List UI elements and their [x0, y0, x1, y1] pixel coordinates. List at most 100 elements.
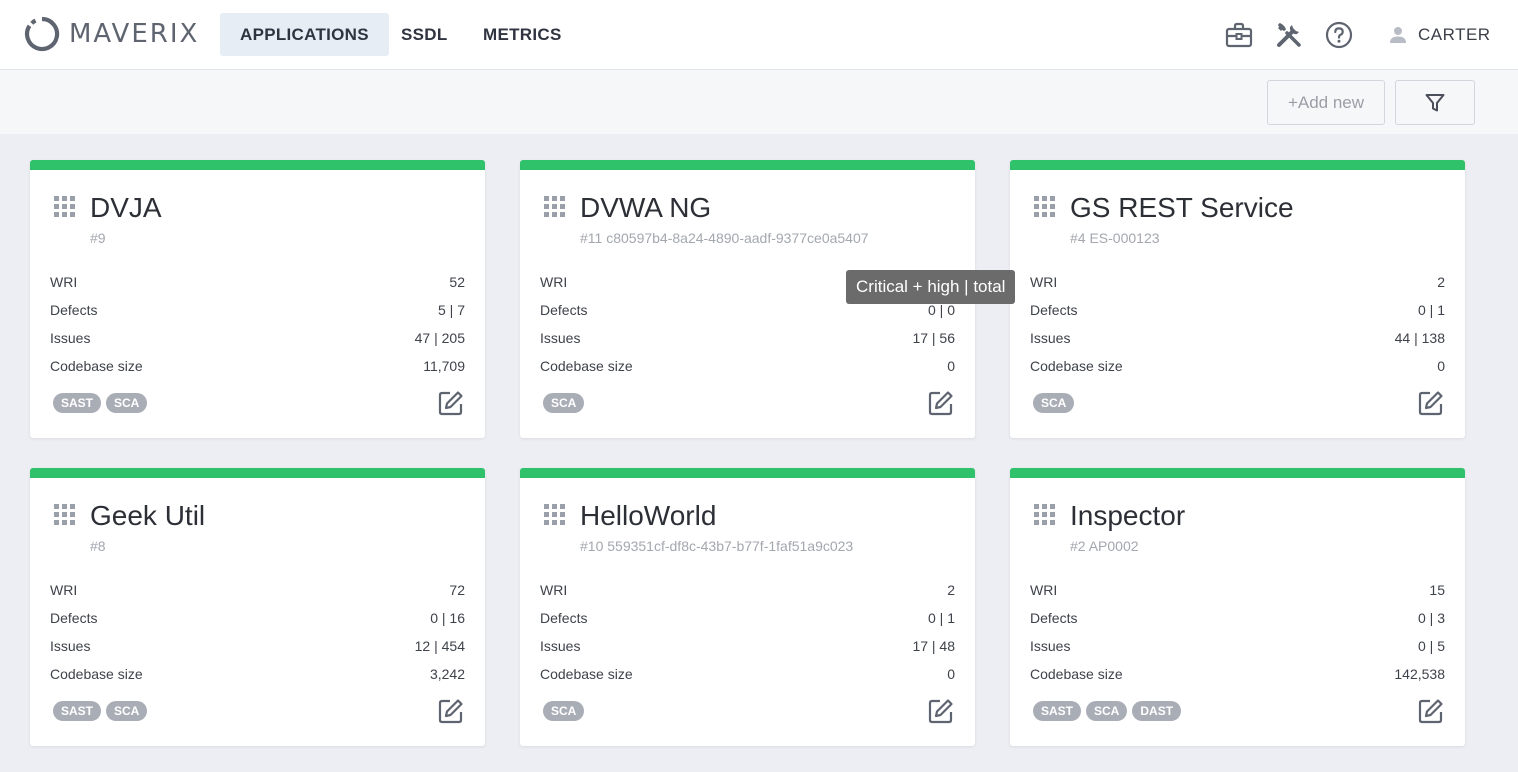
stat-row-defects: Defects 0 | 16: [50, 610, 465, 630]
stat-value: 17 | 56: [912, 330, 955, 346]
tag-list: SAST SCA DAST: [1033, 701, 1182, 721]
application-card[interactable]: GS REST Service #4 ES-000123 WRI 2 Defect…: [1010, 160, 1465, 438]
stat-value: 72: [449, 582, 465, 598]
stat-label: Issues: [1030, 638, 1071, 654]
tooltip: Critical + high | total: [846, 270, 1016, 304]
tag-list: SCA: [1033, 393, 1075, 413]
edit-icon[interactable]: [928, 390, 954, 416]
stat-label: Codebase size: [1030, 666, 1123, 682]
stat-label: Codebase size: [540, 358, 633, 374]
card-title[interactable]: DVWA NG: [580, 192, 711, 224]
application-card[interactable]: Geek Util #8 WRI 72 Defects 0 | 16 Issues…: [30, 468, 485, 746]
stat-row-issues: Issues 47 | 205: [50, 330, 465, 350]
card-subtitle: #4 ES-000123: [1070, 230, 1160, 246]
tools-icon[interactable]: [1274, 20, 1304, 50]
grid-icon: [544, 196, 565, 217]
stat-value: 12 | 454: [414, 638, 465, 654]
stat-row-codebase-size: Codebase size 0: [1030, 358, 1445, 378]
stat-value: 11,709: [423, 358, 465, 374]
edit-icon[interactable]: [1418, 698, 1444, 724]
application-card[interactable]: DVJA #9 WRI 52 Defects 5 | 7 Issues 47 | …: [30, 160, 485, 438]
stat-label: WRI: [50, 582, 78, 598]
user-icon: [1390, 27, 1406, 43]
stat-row-defects: Defects 5 | 7: [50, 302, 465, 322]
stat-label: Issues: [50, 330, 91, 346]
grid-icon: [54, 504, 75, 525]
stat-value: 47 | 205: [414, 330, 465, 346]
card-title[interactable]: Inspector: [1070, 500, 1185, 532]
grid-icon: [1034, 504, 1055, 525]
application-card[interactable]: HelloWorld #10 559351cf-df8c-43b7-b77f-1f…: [520, 468, 975, 746]
help-icon[interactable]: [1324, 20, 1354, 50]
card-title[interactable]: GS REST Service: [1070, 192, 1294, 224]
logo-ring-icon: [24, 16, 60, 52]
stat-label: Codebase size: [50, 666, 143, 682]
edit-icon[interactable]: [1418, 390, 1444, 416]
card-title[interactable]: DVJA: [90, 192, 162, 224]
stat-value: 52: [449, 274, 465, 290]
stat-value: 3,242: [429, 666, 465, 682]
stat-value: 2: [947, 582, 955, 598]
user-menu[interactable]: CARTER: [1388, 20, 1491, 50]
briefcase-icon[interactable]: [1224, 20, 1254, 50]
stat-row-issues: Issues 17 | 56: [540, 330, 955, 350]
grid-icon: [1034, 196, 1055, 217]
edit-icon[interactable]: [438, 698, 464, 724]
tag-list: SCA: [543, 701, 585, 721]
stat-row-defects: Defects 0 | 3: [1030, 610, 1445, 630]
scan-tag: SAST: [1033, 701, 1082, 721]
card-subtitle: #8: [90, 538, 106, 554]
card-title[interactable]: Geek Util: [90, 500, 205, 532]
tab-applications[interactable]: APPLICATIONS: [220, 13, 389, 56]
stat-row-defects: Defects 0 | 1: [540, 610, 955, 630]
stat-label: Codebase size: [1030, 358, 1123, 374]
stat-value: 0 | 1: [928, 610, 955, 626]
filter-button[interactable]: [1395, 80, 1475, 125]
stat-value: 0 | 3: [1418, 610, 1445, 626]
stat-row-wri: WRI 15: [1030, 582, 1445, 602]
card-subtitle: #11 c80597b4-8a24-4890-aadf-9377ce0a5407: [580, 230, 869, 246]
card-title[interactable]: HelloWorld: [580, 500, 716, 532]
stat-label: Defects: [1030, 302, 1078, 318]
stat-label: WRI: [1030, 274, 1058, 290]
top-header: MAVERIX APPLICATIONS SSDL METRICS CARTER: [0, 0, 1518, 70]
stat-label: Issues: [540, 330, 581, 346]
stat-row-wri: WRI 2: [1030, 274, 1445, 294]
stat-label: WRI: [540, 582, 568, 598]
stat-label: Codebase size: [540, 666, 633, 682]
stat-label: WRI: [540, 274, 568, 290]
stat-label: Issues: [50, 638, 91, 654]
scan-tag: SAST: [53, 393, 102, 413]
stat-value: 0 | 0: [928, 302, 955, 318]
tag-list: SAST SCA: [53, 393, 148, 413]
stat-label: Defects: [540, 610, 588, 626]
stat-value: 2: [1437, 274, 1445, 290]
stat-value: 44 | 138: [1394, 330, 1445, 346]
scan-tag: SCA: [543, 701, 585, 721]
add-new-button[interactable]: +Add new: [1267, 80, 1385, 125]
stat-row-issues: Issues 0 | 5: [1030, 638, 1445, 658]
brand-logo[interactable]: MAVERIX: [24, 16, 199, 52]
tab-ssdl[interactable]: SSDL: [381, 13, 468, 56]
tab-metrics[interactable]: METRICS: [463, 13, 582, 56]
stat-label: Defects: [1030, 610, 1078, 626]
stat-label: WRI: [1030, 582, 1058, 598]
stat-row-wri: WRI 52: [50, 274, 465, 294]
stat-row-codebase-size: Codebase size 0: [540, 358, 955, 378]
scan-tag: SCA: [1086, 701, 1128, 721]
scan-tag: SCA: [1033, 393, 1075, 413]
edit-icon[interactable]: [438, 390, 464, 416]
stat-value: 15: [1429, 582, 1445, 598]
user-name: CARTER: [1418, 25, 1491, 44]
stat-row-defects: Defects 0 | 0: [540, 302, 955, 322]
stat-label: Defects: [50, 302, 98, 318]
stat-label: Defects: [540, 302, 588, 318]
scan-tag: SAST: [53, 701, 102, 721]
stat-value: 0: [947, 666, 955, 682]
edit-icon[interactable]: [928, 698, 954, 724]
scan-tag: DAST: [1132, 701, 1182, 721]
card-subtitle: #10 559351cf-df8c-43b7-b77f-1faf51a9c023: [580, 538, 854, 554]
stat-value: 142,538: [1394, 666, 1445, 682]
application-card[interactable]: Inspector #2 AP0002 WRI 15 Defects 0 | 3 …: [1010, 468, 1465, 746]
toolbar: +Add new: [0, 70, 1518, 134]
